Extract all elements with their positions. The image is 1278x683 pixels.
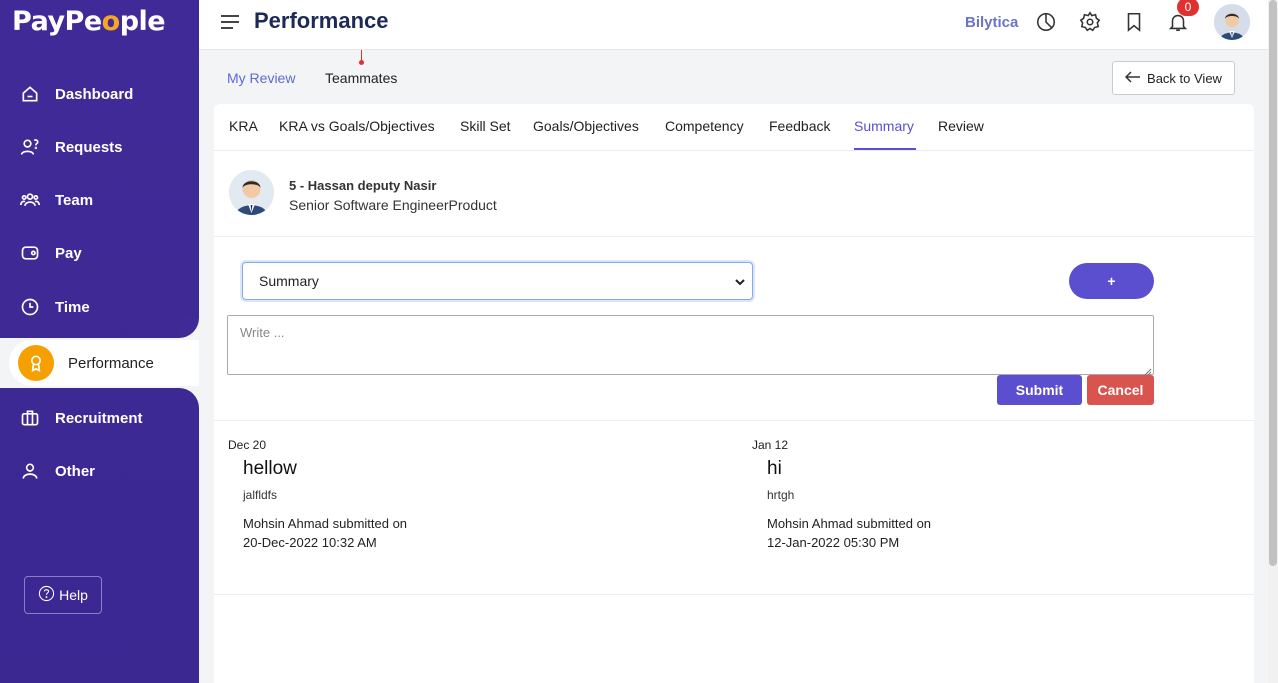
- review-card: KRA KRA vs Goals/Objectives Skill Set Go…: [214, 104, 1254, 683]
- entry-submitted-by: Mohsin Ahmad submitted on: [767, 516, 932, 531]
- page-scrollbar[interactable]: [1268, 0, 1278, 683]
- sidebar-item-recruitment[interactable]: Recruitment: [0, 398, 199, 438]
- home-icon: [19, 83, 41, 105]
- sidebar-item-label: Performance: [68, 354, 154, 372]
- sidebar-item-performance[interactable]: Performance: [9, 340, 199, 386]
- gear-icon[interactable]: [1079, 11, 1103, 35]
- employee-role: Senior Software EngineerProduct: [289, 197, 497, 213]
- page-title: Performance: [254, 8, 389, 33]
- tab-teammates[interactable]: Teammates: [325, 70, 397, 86]
- tab-summary[interactable]: Summary: [854, 118, 914, 134]
- textarea-placeholder: Write ...: [240, 325, 285, 340]
- summary-textarea[interactable]: Write ...: [227, 315, 1154, 376]
- sidebar-item-label: Time: [55, 298, 90, 316]
- entry-submitted-by: Mohsin Ahmad submitted on: [243, 516, 408, 531]
- tab-skill-set[interactable]: Skill Set: [460, 118, 511, 134]
- sub-tabs: KRA KRA vs Goals/Objectives Skill Set Go…: [214, 104, 1254, 151]
- sidebar-item-label: Team: [55, 191, 94, 209]
- team-icon: [19, 189, 41, 211]
- entry-description: hrtgh: [767, 488, 795, 502]
- bilytica-link[interactable]: Bilytica: [965, 14, 1018, 31]
- entry-date: Jan 12: [752, 438, 789, 452]
- wallet-icon: [19, 242, 41, 264]
- sidebar: PayPeople Dashboard Requests Team Pay Ti…: [0, 0, 199, 683]
- briefcase-icon: [19, 407, 41, 429]
- tab-goals-objectives[interactable]: Goals/Objectives: [533, 118, 639, 134]
- sidebar-item-label: Requests: [55, 138, 123, 156]
- help-button[interactable]: Help: [24, 576, 102, 614]
- top-header: Performance Bilytica 0: [199, 0, 1268, 50]
- sidebar-item-other[interactable]: Other: [0, 451, 199, 491]
- employee-avatar: [229, 170, 274, 215]
- entry-description: jalfldfs: [243, 488, 278, 502]
- select-value: Summary: [259, 273, 319, 289]
- user-avatar[interactable]: [1214, 4, 1250, 40]
- sidebar-item-dashboard[interactable]: Dashboard: [0, 74, 199, 114]
- tour-indicator-dot: [359, 60, 364, 65]
- sidebar-item-time[interactable]: Time: [0, 287, 199, 327]
- person-question-icon: [19, 136, 41, 158]
- paypeople-logo[interactable]: PayPeople: [12, 6, 166, 37]
- entry-title: hellow: [243, 458, 297, 479]
- sidebar-item-team[interactable]: Team: [0, 180, 199, 220]
- back-to-view-label: Back to View: [1147, 70, 1222, 86]
- summary-type-select[interactable]: Summary: [242, 262, 753, 300]
- tab-kra[interactable]: KRA: [229, 118, 258, 134]
- tab-kra-vs-goals[interactable]: KRA vs Goals/Objectives: [279, 118, 435, 134]
- resize-handle-icon[interactable]: [1143, 364, 1152, 376]
- hamburger-menu-icon[interactable]: [221, 15, 239, 29]
- sidebar-item-label: Pay: [55, 244, 82, 262]
- tab-feedback[interactable]: Feedback: [769, 118, 830, 134]
- entry-date: Dec 20: [228, 438, 267, 452]
- submit-button[interactable]: Submit: [997, 375, 1082, 405]
- tab-review[interactable]: Review: [938, 118, 984, 134]
- employee-name: 5 - Hassan deputy Nasir: [289, 178, 437, 193]
- sidebar-item-requests[interactable]: Requests: [0, 127, 199, 167]
- back-to-view-button[interactable]: Back to View: [1112, 61, 1235, 95]
- add-button[interactable]: +: [1069, 263, 1154, 299]
- arrow-left-icon: [1124, 70, 1141, 86]
- active-tab-underline: [854, 148, 916, 150]
- pie-chart-icon[interactable]: [1035, 11, 1059, 35]
- divider: [214, 236, 1254, 237]
- scrollbar-thumb[interactable]: [1269, 0, 1277, 566]
- entry-submitted-time: 12-Jan-2022 05:30 PM: [767, 535, 900, 550]
- sidebar-item-pay[interactable]: Pay: [0, 233, 199, 273]
- sidebar-item-label: Other: [55, 462, 96, 480]
- entry-submitted-time: 20-Dec-2022 10:32 AM: [243, 535, 377, 550]
- entry-title: hi: [767, 458, 782, 479]
- notification-badge: 0: [1177, 0, 1199, 16]
- tab-my-review[interactable]: My Review: [227, 70, 295, 86]
- sidebar-item-label: Recruitment: [55, 409, 143, 427]
- user-icon: [19, 460, 41, 482]
- tab-competency[interactable]: Competency: [665, 118, 744, 134]
- divider: [214, 420, 1254, 421]
- sidebar-item-label: Dashboard: [55, 85, 134, 103]
- help-label: Help: [59, 587, 88, 603]
- award-icon: [18, 345, 54, 381]
- clock-icon: [19, 296, 41, 318]
- divider: [214, 594, 1254, 595]
- chevron-down-icon: [734, 275, 746, 287]
- help-icon: [38, 585, 55, 605]
- bookmark-icon[interactable]: [1123, 11, 1147, 35]
- cancel-button[interactable]: Cancel: [1087, 375, 1154, 405]
